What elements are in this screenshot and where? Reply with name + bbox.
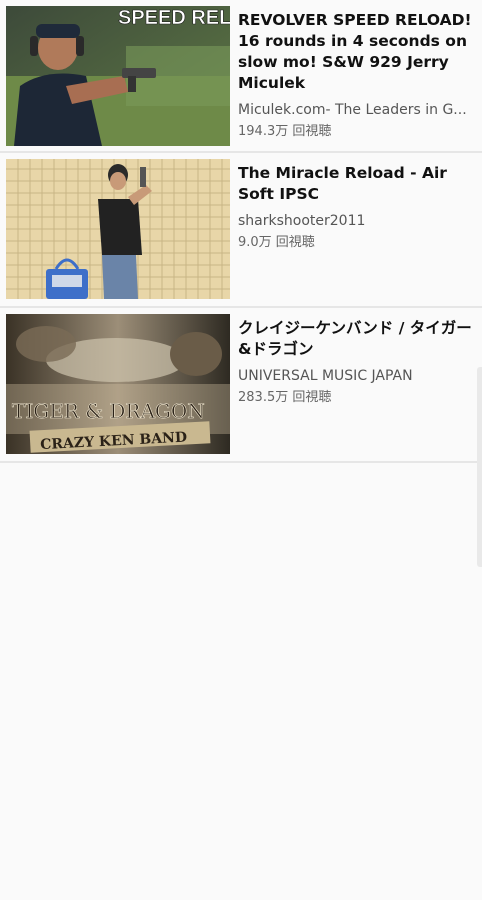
video-list-item[interactable]: TIGER & DRAGON CRAZY KEN BAND クレイジーケンバンド… [0, 308, 482, 463]
video-meta: REVOLVER SPEED RELOAD! 16 rounds in 4 se… [238, 10, 474, 142]
thumbnail-caption-title: TIGER & DRAGON [12, 399, 205, 423]
video-list: SPEED RELOAD REVOLVER SPEED RELOAD! 16 r… [0, 0, 482, 463]
video-meta: The Miracle Reload - Air Soft IPSC shark… [238, 163, 474, 253]
video-meta: クレイジーケンバンド / タイガー&ドラゴン UNIVERSAL MUSIC J… [238, 318, 474, 408]
video-thumbnail[interactable]: SPEED RELOAD [6, 6, 230, 146]
video-thumbnail[interactable] [6, 159, 230, 299]
video-list-item[interactable]: The Miracle Reload - Air Soft IPSC shark… [0, 153, 482, 308]
video-title[interactable]: REVOLVER SPEED RELOAD! 16 rounds in 4 se… [238, 10, 474, 94]
video-title[interactable]: クレイジーケンバンド / タイガー&ドラゴン [238, 318, 474, 360]
view-count: 283.5万 回視聴 [238, 390, 332, 405]
channel-name[interactable]: Miculek.com- The Leaders in G... [238, 100, 474, 120]
channel-name[interactable]: UNIVERSAL MUSIC JAPAN [238, 366, 474, 386]
channel-name[interactable]: sharkshooter2011 [238, 211, 474, 231]
view-count: 9.0万 回視聴 [238, 235, 315, 250]
thumbnail-image-airsoft [6, 159, 230, 299]
video-list-item[interactable]: SPEED RELOAD REVOLVER SPEED RELOAD! 16 r… [0, 0, 482, 153]
video-title[interactable]: The Miracle Reload - Air Soft IPSC [238, 163, 474, 205]
edge-scroll-handle[interactable] [477, 367, 482, 567]
thumbnail-image-tiger-dragon: TIGER & DRAGON CRAZY KEN BAND [6, 314, 230, 454]
view-count: 194.3万 回視聴 [238, 124, 332, 139]
video-thumbnail[interactable]: TIGER & DRAGON CRAZY KEN BAND [6, 314, 230, 454]
thumbnail-image-shooter: SPEED RELOAD [6, 6, 230, 146]
thumbnail-caption: SPEED RELOAD [118, 7, 230, 29]
